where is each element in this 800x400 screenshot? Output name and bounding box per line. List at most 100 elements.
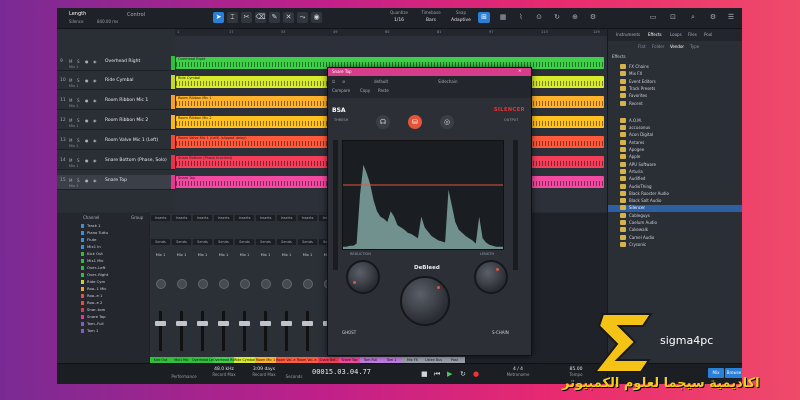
track-name[interactable]: Room Ribbon Mic 1: [105, 98, 148, 103]
automation-icon[interactable]: ⌇: [515, 12, 527, 23]
split-tool-icon[interactable]: ✂: [241, 12, 252, 23]
sends-slot[interactable]: Sends: [277, 239, 296, 245]
browser-item[interactable]: Favorites: [608, 93, 742, 100]
loop-mode-icon[interactable]: ↻: [551, 12, 563, 23]
track-name[interactable]: Overhead Right: [105, 59, 140, 64]
track-row[interactable]: 14 M S ● ◉ Snare Bottom (Phase, Solo) Mi…: [57, 155, 175, 170]
arrow-tool-icon[interactable]: ➤: [213, 12, 224, 23]
sends-slot[interactable]: Sends: [214, 239, 233, 245]
stop-icon[interactable]: ■: [421, 370, 428, 378]
sort-vendor[interactable]: Vendor: [670, 44, 684, 49]
sort-folder[interactable]: Folder: [652, 44, 664, 49]
metronome-field[interactable]: 4 / 4 Metronome: [505, 367, 531, 377]
pan-knob[interactable]: [156, 279, 166, 289]
channel-list-item[interactable]: Piano Tuttu: [81, 230, 147, 236]
mute-tool-icon[interactable]: ✕: [283, 12, 294, 23]
eraser-tool-icon[interactable]: ⌫: [255, 12, 266, 23]
channel-input[interactable]: Mix 1: [256, 253, 275, 257]
reduction-knob[interactable]: [346, 260, 380, 294]
channel-input[interactable]: Mix 1: [298, 253, 317, 257]
track-name[interactable]: Ride Cymbal: [105, 78, 134, 83]
browser-item[interactable]: Mix FX: [608, 71, 742, 78]
mute-button[interactable]: M: [69, 118, 72, 123]
sends-slot[interactable]: Sends: [235, 239, 254, 245]
bend-tool-icon[interactable]: ⤳: [297, 12, 308, 23]
sidechain-button[interactable]: Sidechain: [438, 79, 457, 84]
volume-fader-handle[interactable]: [218, 321, 229, 326]
pan-knob[interactable]: [198, 279, 208, 289]
browser-item[interactable]: accusonus: [608, 125, 742, 132]
play-icon[interactable]: ▶: [447, 370, 452, 378]
record-arm-icon[interactable]: ●: [85, 138, 89, 143]
channel-input[interactable]: Mix 1: [214, 253, 233, 257]
channel-input[interactable]: Mix 1: [235, 253, 254, 257]
channel-list-item[interactable]: Roo..e 1: [81, 293, 147, 299]
tab-pool[interactable]: Pool: [704, 32, 712, 37]
track-row[interactable]: 13 M S ● ◉ Room Valve Mic 1 (Left) Mix 1: [57, 135, 175, 150]
browser-item[interactable]: Silencer: [608, 205, 742, 213]
inserts-slot[interactable]: Inserts: [151, 215, 170, 221]
channel-input[interactable]: Mix 1: [277, 253, 296, 257]
ghost-button[interactable]: GHOST: [342, 330, 356, 335]
track-name[interactable]: Snare Top: [105, 178, 127, 183]
range-tool-icon[interactable]: ⌶: [227, 12, 238, 23]
inserts-slot[interactable]: Inserts: [172, 215, 191, 221]
monitor-icon[interactable]: ◉: [93, 78, 97, 83]
volume-fader-track[interactable]: [159, 311, 162, 351]
solo-button[interactable]: S: [77, 138, 80, 143]
browser-item[interactable]: Apogee: [608, 147, 742, 154]
browser-item[interactable]: Antares: [608, 139, 742, 147]
browser-item[interactable]: Black Salt Audio: [608, 198, 742, 205]
track-name[interactable]: Snare Bottom (Phase, Solo): [105, 158, 167, 163]
channel-list-item[interactable]: Track 1: [81, 223, 147, 229]
time-display[interactable]: 00015.03.04.77: [312, 368, 371, 376]
solo-button[interactable]: S: [77, 98, 80, 103]
browser-item[interactable]: AudioThing: [608, 183, 742, 191]
volume-fader-handle[interactable]: [302, 321, 313, 326]
inserts-slot[interactable]: Inserts: [298, 215, 317, 221]
channel-list-item[interactable]: Over..Left: [81, 265, 147, 271]
inserts-slot[interactable]: Inserts: [214, 215, 233, 221]
waveform-display[interactable]: [342, 140, 504, 250]
sort-flat[interactable]: Flat: [638, 44, 645, 49]
lock-icon[interactable]: ⊡: [667, 12, 679, 23]
timeline-ruler[interactable]: 1 17 33 49 65 81 97 113 129: [175, 29, 607, 36]
volume-fader-track[interactable]: [180, 311, 183, 351]
record-arm-icon[interactable]: ●: [85, 118, 89, 123]
close-icon[interactable]: ✕: [518, 68, 521, 73]
quantize-field[interactable]: Quantize 1/16: [389, 10, 409, 23]
monitor-icon[interactable]: ◉: [93, 178, 97, 183]
snap-field[interactable]: Snap Adaptive: [449, 10, 473, 23]
volume-fader-track[interactable]: [243, 311, 246, 351]
channel-list-item[interactable]: Ride Cym: [81, 279, 147, 285]
gear-icon[interactable]: ⚙: [587, 12, 599, 23]
monitor-icon[interactable]: ◉: [93, 138, 97, 143]
channel-list-item[interactable]: Roo..1 Mic: [81, 286, 147, 292]
track-row[interactable]: 11 M S ● ◉ Room Ribbon Mic 1 Mix 1: [57, 95, 175, 110]
channel-input[interactable]: Mix 1: [172, 253, 191, 257]
channel-list-item[interactable]: Over..Right: [81, 272, 147, 278]
headphones-icon[interactable]: ☊: [376, 115, 390, 129]
mute-button[interactable]: M: [69, 59, 72, 64]
channel-list-item[interactable]: Snare Top: [81, 314, 147, 320]
volume-fader-track[interactable]: [222, 311, 225, 351]
volume-fader-handle[interactable]: [239, 321, 250, 326]
settings-icon[interactable]: ⚙: [707, 12, 719, 23]
sends-slot[interactable]: Sends: [172, 239, 191, 245]
browser-item[interactable]: Crysonic: [608, 241, 742, 249]
track-row[interactable]: 15 M S ● ◉ Snare Top Mix 1: [57, 175, 175, 190]
copy-button[interactable]: Copy: [360, 88, 370, 93]
browser-item[interactable]: Cableguys: [608, 212, 742, 220]
browser-item[interactable]: Caelum Audio: [608, 220, 742, 227]
monitor-icon[interactable]: ◉: [93, 98, 97, 103]
browser-item[interactable]: A.O.M.: [608, 117, 742, 125]
mute-button[interactable]: M: [69, 78, 72, 83]
tab-loops[interactable]: Loops: [670, 32, 682, 37]
browser-item[interactable]: APU Software: [608, 161, 742, 169]
pan-knob[interactable]: [177, 279, 187, 289]
channel-input[interactable]: Mix 1: [193, 253, 212, 257]
preset-selector[interactable]: default: [374, 79, 388, 84]
bypass-icon[interactable]: ⊘: [342, 79, 345, 84]
track-name[interactable]: Room Valve Mic 1 (Left): [105, 138, 158, 143]
pan-knob[interactable]: [282, 279, 292, 289]
